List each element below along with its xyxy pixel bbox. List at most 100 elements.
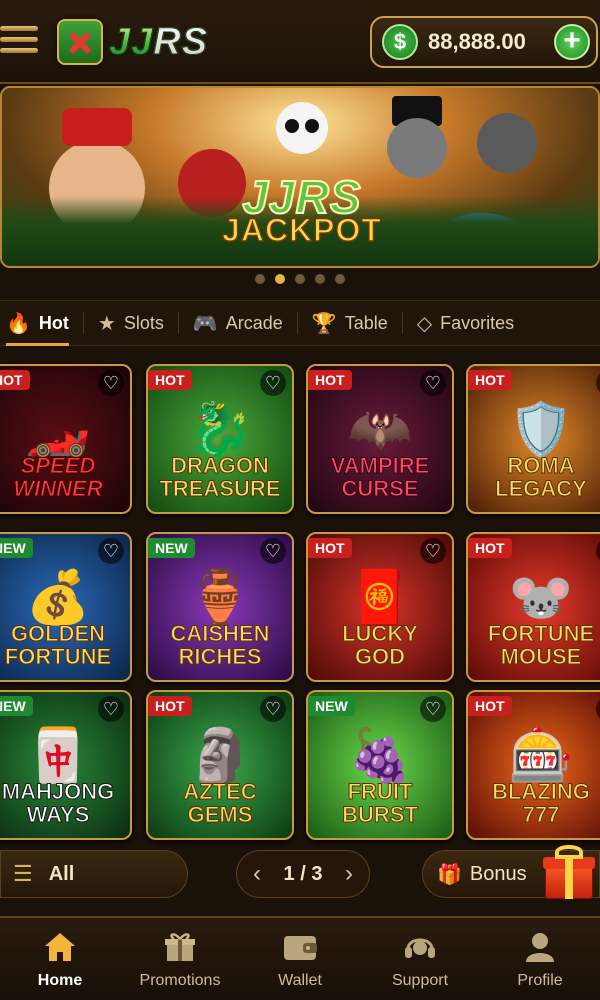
game-title: CAISHEN RICHES <box>170 621 270 669</box>
hot-badge: HOT <box>468 538 512 558</box>
game-card-fruit-burst[interactable]: 🍇 NEW ♡ FRUIT BURST <box>306 690 454 840</box>
game-card-fortune-mouse[interactable]: 🐭 HOT ♡ FORTUNEMOUSE <box>466 532 600 682</box>
nav-profile[interactable]: Profile <box>480 918 600 1000</box>
heart-icon[interactable]: ♡ <box>420 370 446 396</box>
new-badge: NEW <box>0 538 33 558</box>
heart-icon[interactable]: ♡ <box>420 538 446 564</box>
heart-icon[interactable]: ♡ <box>98 696 124 722</box>
game-card-vampire-curse[interactable]: 🦇 HOT ♡ VAMPIRE CURSE <box>306 364 454 514</box>
heart-icon[interactable]: ♡ <box>260 696 286 722</box>
gift-icon <box>160 928 200 966</box>
game-title: DRAGON TREASURE <box>159 453 281 501</box>
headset-icon <box>400 928 440 966</box>
heart-icon[interactable]: ♡ <box>260 370 286 396</box>
game-card-mahjong-ways[interactable]: 🀄 NEW ♡ MAHJONGWAYS <box>0 690 132 840</box>
tab-divider <box>296 312 298 334</box>
tab-arcade[interactable]: 🎮 Arcade <box>193 300 283 346</box>
game-title: LUCKY GOD <box>342 621 419 669</box>
game-card-roma-legacy[interactable]: 🛡️ HOT ♡ ROMALEGACY <box>466 364 600 514</box>
slide-dot[interactable] <box>315 274 325 284</box>
list-icon: ☰ <box>13 861 33 886</box>
jackpot-banner[interactable]: JJRS JACKPOT <box>0 86 600 268</box>
hot-badge: HOT <box>468 696 512 716</box>
chevron-left-icon[interactable]: ‹ <box>247 860 267 888</box>
fortune-god-art: 🧧 <box>347 569 413 627</box>
fruit-art: 🍇 <box>347 727 413 785</box>
game-title: AZTEC GEMS <box>183 779 257 827</box>
game-title: SPEED WINNER <box>13 453 103 501</box>
heart-icon[interactable]: ♡ <box>596 538 600 564</box>
heart-icon[interactable]: ♡ <box>260 538 286 564</box>
sevens-art: 🎰 <box>508 727 574 785</box>
dollar-coin-icon: $ <box>382 24 418 60</box>
all-games-button[interactable]: ☰ All <box>0 850 188 898</box>
tab-hot[interactable]: 🔥 Hot <box>6 300 69 346</box>
balance-value: 88,888.00 <box>428 29 526 54</box>
hot-badge: HOT <box>148 696 192 716</box>
balance-display[interactable]: $ 88,888.00 + <box>370 16 598 68</box>
star-icon: ★ <box>97 312 116 335</box>
game-card-dragon-treasure[interactable]: 🐉 HOT ♡ DRAGON TREASURE <box>146 364 294 514</box>
tab-divider <box>82 312 84 334</box>
grid-actions: ☰ All ‹ 1 / 3 › 🎁 Bonus <box>0 845 600 902</box>
heart-icon[interactable]: ♡ <box>98 538 124 564</box>
hot-badge: HOT <box>308 370 352 390</box>
game-card-lucky-god[interactable]: 🧧 HOT ♡ LUCKY GOD <box>306 532 454 682</box>
mouse-art: 🐭 <box>508 569 574 627</box>
banner-pagination <box>0 274 600 284</box>
game-card-caishen-riches[interactable]: 🏺 NEW ♡ CAISHEN RICHES <box>146 532 294 682</box>
home-icon <box>40 928 80 966</box>
heart-icon[interactable]: ♡ <box>596 370 600 396</box>
game-title: BLAZING 777 <box>492 779 591 827</box>
banner-subtitle: JACKPOT <box>221 211 382 249</box>
game-card-speed-winner[interactable]: 🏎️ HOT ♡ SPEEDWINNER <box>0 364 132 514</box>
category-tabs: 🔥 Hot ★ Slots 🎮 Arcade 🏆 Table ◇ Favorites <box>0 300 600 346</box>
hot-badge: HOT <box>148 370 192 390</box>
sports-car-art: 🏎️ <box>25 401 91 459</box>
logo-text: JJRS <box>108 20 209 63</box>
tab-table[interactable]: 🏆 Table <box>312 300 388 346</box>
game-title: VAMPIRE CURSE <box>330 453 430 501</box>
nav-wallet[interactable]: Wallet <box>240 918 360 1000</box>
new-badge: NEW <box>148 538 195 558</box>
game-grid: 🏎️ HOT ♡ SPEEDWINNER 🐉 HOT ♡ DRAGONTREAS… <box>0 360 600 840</box>
aztec-mask-art: 🗿 <box>187 727 253 785</box>
diamond-icon: ◇ <box>416 312 433 335</box>
nav-promotions[interactable]: Promotions <box>120 918 240 1000</box>
gold-pot-art: 🏺 <box>187 569 253 627</box>
tab-divider <box>177 312 179 334</box>
bat-art: 🦇 <box>347 401 413 459</box>
gamepad-icon: 🎮 <box>192 312 218 335</box>
page-indicator: 1 / 3 <box>283 862 323 885</box>
game-card-golden-fortune[interactable]: 💰 NEW ♡ GOLDENFORTUNE <box>0 532 132 682</box>
bonus-button[interactable]: 🎁 Bonus <box>422 845 600 899</box>
flame-icon: 🔥 <box>6 312 31 335</box>
heart-icon[interactable]: ♡ <box>596 696 600 722</box>
slide-dot[interactable] <box>335 274 345 284</box>
heart-icon[interactable]: ♡ <box>420 696 446 722</box>
tab-slots[interactable]: ★ Slots <box>98 300 164 346</box>
gift-icon: 🎁 <box>437 863 462 886</box>
page-pagination: ‹ 1 / 3 › <box>236 850 370 898</box>
hamburger-menu-icon[interactable] <box>0 20 40 60</box>
new-badge: NEW <box>0 696 33 716</box>
slide-dot[interactable] <box>255 274 265 284</box>
add-funds-button[interactable]: + <box>554 24 590 60</box>
top-header: JJRS $ 88,888.00 + <box>0 0 600 84</box>
logo-emblem-icon <box>57 19 103 65</box>
game-title: GOLDEN FORTUNE <box>4 621 112 669</box>
game-title: FRUIT BURST <box>342 779 419 827</box>
game-card-aztec-gems[interactable]: 🗿 HOT ♡ AZTEC GEMS <box>146 690 294 840</box>
nav-home[interactable]: Home <box>0 918 120 1000</box>
game-title: FORTUNE MOUSE <box>487 621 595 669</box>
nav-support[interactable]: Support <box>360 918 480 1000</box>
bottom-navigation: Home Promotions Wallet Support Profile <box>0 916 600 1000</box>
chevron-right-icon[interactable]: › <box>339 860 359 888</box>
game-card-blazing-777[interactable]: 🎰 HOT ♡ BLAZING777 <box>466 690 600 840</box>
slide-dot[interactable] <box>295 274 305 284</box>
slide-dot-active[interactable] <box>275 274 285 284</box>
tab-favorites[interactable]: ◇ Favorites <box>417 300 514 346</box>
hot-badge: HOT <box>468 370 512 390</box>
brand-logo[interactable]: JJRS <box>57 18 208 66</box>
heart-icon[interactable]: ♡ <box>98 370 124 396</box>
